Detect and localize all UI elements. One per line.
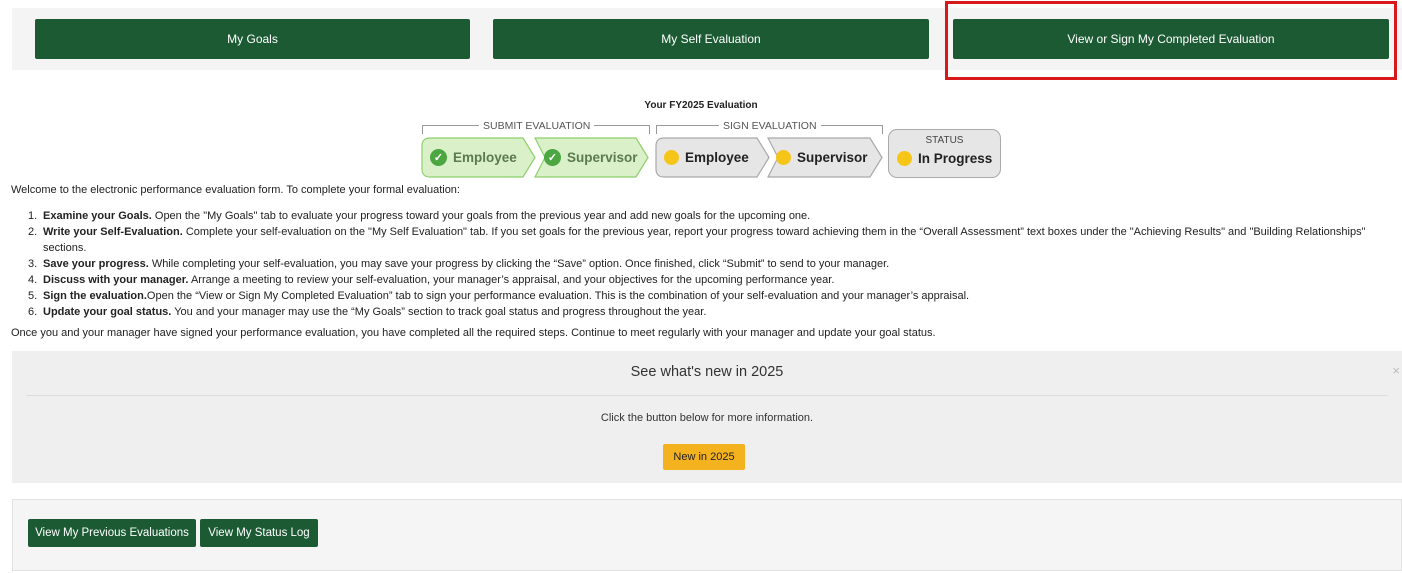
- status-text: In Progress: [918, 151, 993, 166]
- announcement-body: Click the button below for more informat…: [600, 412, 814, 424]
- outro-text: Once you and your manager have signed yo…: [11, 327, 936, 339]
- view-previous-evaluations-button[interactable]: View My Previous Evaluations: [28, 519, 196, 547]
- sign-evaluation-label: SIGN EVALUATION: [719, 120, 821, 132]
- new-in-2025-button[interactable]: New in 2025: [663, 444, 745, 470]
- list-item: 3. Save your progress. While completing y…: [28, 258, 890, 270]
- status-value: In Progress: [897, 151, 992, 166]
- tracker-title: Your FY2025 Evaluation: [644, 100, 758, 111]
- close-icon[interactable]: ×: [1392, 363, 1400, 378]
- submit-evaluation-label: SUBMIT EVALUATION: [479, 120, 595, 132]
- step-submit-employee: ✓ Employee: [421, 137, 536, 178]
- sign-evaluation-bracket: SIGN EVALUATION: [656, 120, 883, 134]
- pending-dot-icon: [664, 150, 679, 165]
- list-item: 2. Write your Self-Evaluation. Complete y…: [28, 226, 1366, 254]
- view-status-log-button[interactable]: View My Status Log: [200, 519, 318, 547]
- status-box: STATUS In Progress: [888, 129, 1001, 178]
- instructions-list: 1. Examine your Goals. Open the "My Goals…: [28, 208, 1388, 320]
- step-label: Supervisor: [797, 150, 868, 165]
- check-icon: ✓: [544, 149, 561, 166]
- bottom-action-bar: View My Previous Evaluations View My Sta…: [12, 499, 1402, 571]
- announcement-panel: See what's new in 2025 × Click the butto…: [12, 351, 1402, 483]
- tab-bar: My Goals My Self Evaluation View or Sign…: [12, 8, 1402, 70]
- submit-evaluation-bracket: SUBMIT EVALUATION: [422, 120, 650, 134]
- tab-my-self-evaluation[interactable]: My Self Evaluation: [493, 19, 929, 59]
- tab-my-goals[interactable]: My Goals: [35, 19, 470, 59]
- intro-text: Welcome to the electronic performance ev…: [11, 184, 460, 196]
- pending-dot-icon: [897, 151, 912, 166]
- step-submit-supervisor: ✓ Supervisor: [534, 137, 649, 178]
- list-item: 6. Update your goal status. You and your …: [28, 306, 707, 318]
- step-label: Employee: [685, 150, 749, 165]
- list-item: 4. Discuss with your manager. Arrange a m…: [28, 274, 835, 286]
- list-item: 1. Examine your Goals. Open the "My Goals…: [28, 210, 811, 222]
- list-item: 5. Sign the evaluation.Open the “View or …: [28, 290, 970, 302]
- step-sign-supervisor: Supervisor: [767, 137, 883, 178]
- divider: [26, 395, 1388, 396]
- pending-dot-icon: [776, 150, 791, 165]
- status-label: STATUS: [925, 135, 964, 146]
- step-sign-employee: Employee: [655, 137, 770, 178]
- check-icon: ✓: [430, 149, 447, 166]
- step-label: Supervisor: [567, 150, 638, 165]
- tab-view-or-sign-evaluation[interactable]: View or Sign My Completed Evaluation: [953, 19, 1389, 59]
- announcement-title: See what's new in 2025: [630, 364, 784, 380]
- step-label: Employee: [453, 150, 517, 165]
